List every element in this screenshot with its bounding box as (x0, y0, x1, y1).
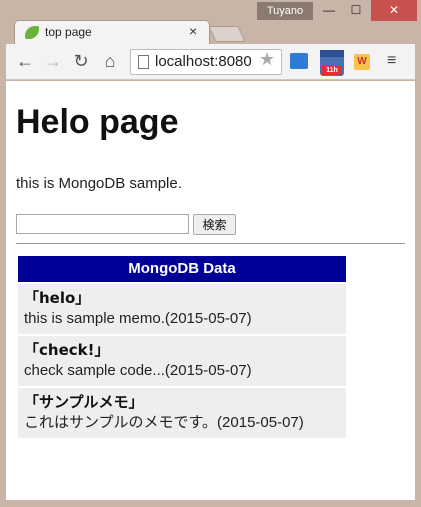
row-title: 「サンプルメモ」 (24, 393, 144, 411)
page-icon (138, 55, 149, 69)
minimize-button[interactable]: — (316, 0, 342, 21)
row-body: check sample code...(2015-05-07) (24, 362, 252, 379)
search-button[interactable]: 検索 (193, 214, 236, 235)
row-body: これはサンプルのメモです。(2015-05-07) (24, 414, 304, 431)
leaf-icon (25, 26, 39, 39)
browser-toolbar: ← → ↻ ⌂ localhost:8080 ★ 11h W ≡ (6, 44, 415, 80)
forward-icon[interactable]: → (42, 50, 64, 72)
url-text[interactable]: localhost:8080 (155, 53, 252, 70)
close-window-button[interactable]: ✕ (371, 0, 417, 21)
table-row: 「check!」 check sample code...(2015-05-07… (18, 336, 346, 386)
back-icon[interactable]: ← (14, 50, 36, 72)
table-header: MongoDB Data (18, 256, 346, 282)
home-icon[interactable]: ⌂ (99, 50, 121, 72)
calendar-badge: 11h (322, 66, 342, 75)
tab-top-page[interactable]: top page × (14, 20, 210, 45)
row-body: this is sample memo.(2015-05-07) (24, 310, 252, 327)
mail-extension-icon[interactable] (290, 53, 308, 69)
page-viewport: Helo page this is MongoDB sample. 検索 Mon… (6, 81, 415, 500)
w-extension-icon[interactable]: W (354, 54, 370, 70)
menu-icon[interactable]: ≡ (387, 52, 396, 70)
bookmark-star-icon[interactable]: ★ (259, 49, 275, 70)
mongodb-data-table: MongoDB Data 「helo」 this is sample memo.… (18, 256, 346, 438)
calendar-extension-icon[interactable]: 11h (320, 50, 344, 76)
reload-icon[interactable]: ↻ (70, 50, 92, 72)
maximize-button[interactable]: ☐ (343, 0, 369, 21)
table-row: 「helo」 this is sample memo.(2015-05-07) (18, 284, 346, 334)
calendar-header (320, 50, 344, 57)
row-title: 「helo」 (24, 289, 91, 307)
tab-close-icon[interactable]: × (189, 23, 197, 39)
page-title: Helo page (16, 103, 179, 141)
row-title: 「check!」 (24, 341, 110, 359)
divider (16, 243, 405, 244)
page-message: this is MongoDB sample. (16, 175, 182, 192)
profile-name[interactable]: Tuyano (257, 2, 313, 20)
tab-title: top page (45, 25, 92, 39)
table-row: 「サンプルメモ」 これはサンプルのメモです。(2015-05-07) (18, 388, 346, 438)
search-input[interactable] (16, 214, 189, 234)
